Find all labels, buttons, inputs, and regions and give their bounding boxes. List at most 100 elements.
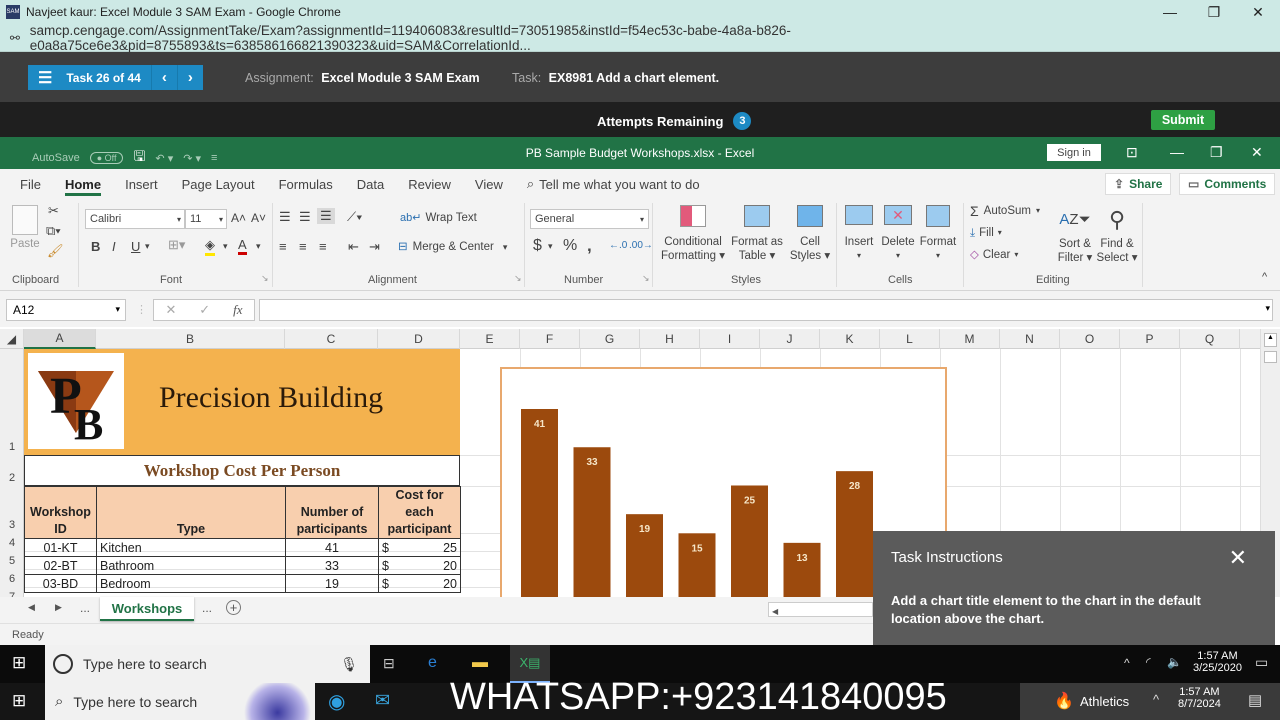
decrease-decimal-icon[interactable]: .00→ [629, 240, 653, 251]
column-header-h[interactable]: H [640, 329, 700, 349]
chart-data-label-1[interactable]: 41 [534, 419, 546, 430]
scroll-left-icon[interactable]: ◀ [769, 607, 778, 616]
chart-data-label-5[interactable]: 25 [744, 495, 756, 506]
find-select-button[interactable]: ⚲ Find & Select ▾ [1096, 205, 1138, 265]
percent-icon[interactable]: % [563, 237, 577, 255]
number-dialog-launcher-icon[interactable]: ↘ [642, 273, 650, 284]
taskbar-search[interactable]: Type here to search 🎙 [45, 645, 370, 683]
column-header-o[interactable]: O [1060, 329, 1120, 349]
format-as-table-button[interactable]: Format as Table ▾ [728, 205, 786, 263]
row-header-1[interactable]: 1 [0, 349, 24, 455]
scroll-thumb[interactable] [1264, 351, 1277, 363]
fill-button[interactable]: ⤓ Fill ▾ [970, 226, 1002, 240]
align-right-icon[interactable]: ≡ [319, 239, 327, 254]
autosum-button[interactable]: Σ AutoSum ▾ [970, 204, 1040, 218]
tab-insert[interactable]: Insert [113, 169, 170, 199]
bottom-align-icon[interactable]: ☰ [317, 208, 335, 224]
tab-review[interactable]: Review [396, 169, 463, 199]
formula-input[interactable] [259, 299, 1273, 321]
increase-indent-icon[interactable]: ⇥ [369, 239, 380, 255]
scroll-sheets-left-icon[interactable]: ◀ [28, 602, 35, 613]
conditional-formatting-button[interactable]: Conditional Formatting ▾ [658, 205, 728, 263]
row-header-5[interactable]: 5 [0, 551, 24, 569]
cell-id[interactable]: 02-BT [24, 556, 97, 575]
column-header-m[interactable]: M [940, 329, 1000, 349]
column-header-n[interactable]: N [1000, 329, 1060, 349]
share-button[interactable]: ⇪ Share [1105, 173, 1172, 195]
column-header-g[interactable]: G [580, 329, 640, 349]
ribbon-display-icon[interactable]: ⊡ [1126, 144, 1138, 161]
wifi-icon[interactable]: ◜ [1146, 655, 1151, 669]
column-header-a[interactable]: A [24, 329, 96, 349]
cell-type[interactable]: Bedroom [96, 574, 286, 593]
underline-icon[interactable]: U [131, 239, 140, 254]
tab-page-layout[interactable]: Page Layout [170, 169, 267, 199]
increase-font-icon[interactable]: A˄ [231, 211, 246, 225]
volume-icon[interactable]: 🔈 [1167, 655, 1182, 669]
chart-data-label-4[interactable]: 15 [691, 543, 703, 554]
row-header-2[interactable]: 2 [0, 455, 24, 486]
paste-button[interactable]: Paste [8, 205, 42, 251]
cell-id[interactable]: 01-KT [24, 538, 97, 557]
font-dialog-launcher-icon[interactable]: ↘ [261, 273, 269, 284]
tab-file[interactable]: File [0, 169, 53, 199]
expand-formula-icon[interactable]: ▾ [1265, 303, 1270, 314]
address-bar[interactable]: ⚯ samcp.cengage.com/AssignmentTake/Exam?… [0, 23, 1280, 53]
fill-color-icon[interactable]: ◈ [205, 237, 215, 256]
restore-icon[interactable]: ❐ [1192, 0, 1236, 24]
font-color-dropdown-icon[interactable]: ▾ [256, 241, 261, 252]
task-view-icon[interactable]: ⊟ [383, 655, 395, 672]
microphone-icon[interactable]: 🎙 [340, 656, 358, 673]
top-align-icon[interactable]: ☰ [279, 209, 291, 225]
font-size-dropdown[interactable]: 11 ▾ [185, 209, 227, 229]
copy-icon[interactable]: ⧉▾ [46, 223, 61, 239]
action-center-icon[interactable]: ▤ [1248, 691, 1262, 709]
edge-icon[interactable]: ◉ [328, 689, 345, 714]
orientation-icon[interactable]: ⟋▾ [347, 209, 362, 225]
mail-icon[interactable]: ✉ [375, 690, 390, 711]
increase-decimal-icon[interactable]: ←.0 [609, 240, 627, 251]
name-box[interactable]: A12 ▾ [6, 299, 126, 321]
cut-icon[interactable]: ✂ [48, 203, 59, 219]
column-header-q[interactable]: Q [1180, 329, 1240, 349]
sign-in-button[interactable]: Sign in [1047, 144, 1101, 161]
confirm-entry-icon[interactable]: ✓ [199, 302, 210, 318]
close-icon[interactable]: ✕ [1236, 0, 1280, 24]
column-header-d[interactable]: D [378, 329, 460, 349]
currency-dropdown-icon[interactable]: ▾ [548, 241, 553, 252]
header-workshop-id[interactable]: Workshop ID [24, 486, 97, 539]
url-text[interactable]: samcp.cengage.com/AssignmentTake/Exam?as… [30, 23, 1280, 53]
more-sheets-left[interactable]: ... [80, 601, 90, 615]
scroll-sheets-right-icon[interactable]: ▶ [55, 602, 62, 613]
tab-home[interactable]: Home [53, 169, 113, 199]
italic-icon[interactable]: I [112, 239, 116, 254]
more-sheets-right[interactable]: ... [202, 601, 212, 615]
chart-bar-6[interactable] [783, 542, 821, 597]
notifications-icon[interactable]: ▭ [1255, 654, 1268, 671]
column-header-l[interactable]: L [880, 329, 940, 349]
currency-icon[interactable]: $ [533, 237, 542, 255]
collapse-ribbon-icon[interactable]: ^ [1262, 271, 1267, 283]
insert-cells-button[interactable]: Insert ▾ [840, 205, 878, 263]
middle-align-icon[interactable]: ☰ [299, 209, 311, 225]
column-header-k[interactable]: K [820, 329, 880, 349]
edge-legacy-icon[interactable]: e [428, 654, 437, 672]
chart-data-label-2[interactable]: 33 [586, 457, 598, 468]
insert-function-icon[interactable]: fx [233, 302, 242, 318]
next-task-button[interactable]: › [176, 65, 203, 90]
task-menu-button[interactable]: ☰ Task 26 of 44 [28, 65, 151, 90]
chart-data-label-6[interactable]: 13 [796, 553, 808, 564]
tab-view[interactable]: View [463, 169, 515, 199]
format-painter-icon[interactable]: 🖌 [47, 243, 64, 259]
row-header-3[interactable]: 3 [0, 486, 24, 533]
clock-remote[interactable]: 1:57 AM 3/25/2020 [1193, 650, 1242, 674]
chart-bar-2[interactable] [573, 447, 611, 597]
tray-chevron-icon[interactable]: ^ [1124, 656, 1130, 670]
windows-start-icon[interactable]: ⊞ [12, 653, 26, 673]
align-left-icon[interactable]: ≡ [279, 239, 287, 254]
decrease-indent-icon[interactable]: ⇤ [348, 239, 359, 255]
tab-data[interactable]: Data [345, 169, 396, 199]
horizontal-scrollbar[interactable]: ◀ [768, 602, 873, 617]
comments-button[interactable]: ▭ Comments [1179, 173, 1276, 195]
comma-style-icon[interactable]: , [587, 236, 592, 256]
